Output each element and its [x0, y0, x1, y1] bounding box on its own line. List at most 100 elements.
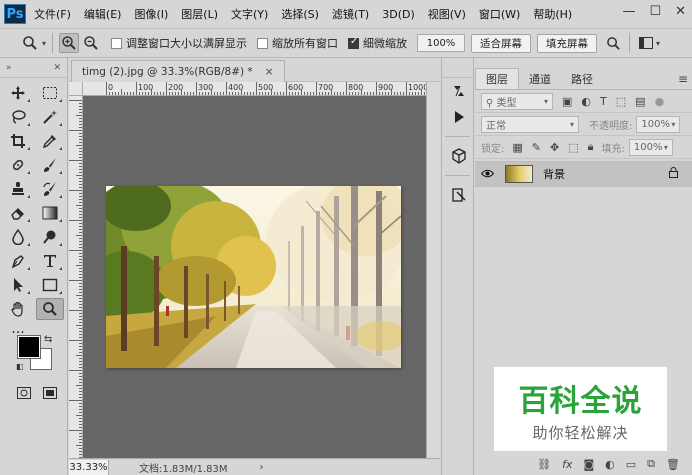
trash-icon[interactable]: 🗑︎: [666, 458, 680, 471]
mask-icon[interactable]: ◙: [583, 458, 594, 471]
lock-transparent-icon[interactable]: ▦: [512, 141, 522, 154]
link-icon[interactable]: ⛓: [537, 458, 551, 471]
close-panel-icon[interactable]: ✕: [53, 63, 61, 73]
lasso-tool-icon[interactable]: [4, 106, 32, 128]
hand-tool-icon[interactable]: [4, 298, 32, 320]
layer-row[interactable]: 背景: [475, 161, 692, 187]
opacity-field[interactable]: 100% ▾: [636, 115, 681, 133]
zoom-tool-icon[interactable]: [36, 298, 64, 320]
maximize-button[interactable]: ☐: [649, 4, 661, 19]
close-button[interactable]: ✕: [675, 4, 686, 19]
folder-icon[interactable]: ▭: [626, 458, 636, 471]
eye-icon[interactable]: [480, 168, 499, 181]
search-icon[interactable]: [603, 33, 623, 53]
workspace-icon[interactable]: [636, 33, 656, 53]
eyedropper-tool-icon[interactable]: [36, 130, 64, 152]
pen-tool-icon[interactable]: [4, 250, 32, 272]
foreground-color[interactable]: [17, 335, 41, 359]
brush-tool-icon[interactable]: [36, 154, 64, 176]
lock-all-icon[interactable]: 🔒︎: [588, 140, 594, 154]
fill-screen-button[interactable]: 填充屏幕: [537, 33, 598, 53]
scrubby-zoom-checkbox[interactable]: [348, 36, 360, 49]
healing-brush-tool-icon[interactable]: [4, 154, 32, 176]
lock-position-icon[interactable]: ✥: [550, 141, 559, 154]
type-tool-icon[interactable]: [36, 250, 64, 272]
document-tab[interactable]: timg (2).jpg @ 33.3%(RGB/8#) * ×: [71, 60, 285, 82]
blur-tool-icon[interactable]: [4, 226, 32, 248]
layer-name[interactable]: 背景: [543, 166, 565, 182]
marquee-tool-icon[interactable]: [36, 82, 64, 104]
menu-filter[interactable]: 滤镜(T): [332, 6, 369, 22]
horizontal-ruler[interactable]: 01002003004005006007008009001000: [83, 82, 426, 96]
history-panel-icon[interactable]: [442, 78, 475, 104]
resize-windows-option[interactable]: 调整窗口大小以满屏显示: [111, 35, 247, 51]
tab-channels[interactable]: 通道: [519, 68, 561, 89]
filter-adjustment-icon[interactable]: ◐: [581, 95, 591, 108]
lock-image-icon[interactable]: ✎: [532, 141, 541, 154]
vertical-scrollbar[interactable]: [426, 82, 440, 458]
fit-screen-button[interactable]: 适合屏幕: [471, 33, 532, 53]
filter-kind-select[interactable]: ⚲ 类型 ▾: [481, 92, 553, 110]
lock-icon[interactable]: [669, 167, 678, 181]
menu-file[interactable]: 文件(F): [34, 6, 71, 22]
panel-menu-icon[interactable]: ≡: [678, 72, 688, 86]
zoom-out-icon[interactable]: [81, 33, 101, 53]
lock-artboard-icon[interactable]: ⬚: [568, 141, 578, 154]
resize-windows-checkbox[interactable]: [111, 37, 123, 49]
menu-3d[interactable]: 3D(D): [382, 8, 415, 21]
zoom-all-option[interactable]: 缩放所有窗口: [257, 35, 338, 51]
quick-mask-icon[interactable]: [10, 382, 38, 404]
filter-smart-object-icon[interactable]: ▤: [635, 95, 645, 108]
menu-image[interactable]: 图像(I): [134, 6, 168, 22]
filter-type-icon[interactable]: T: [600, 95, 607, 108]
menu-layer[interactable]: 图层(L): [181, 6, 218, 22]
swap-colors-icon[interactable]: ⇆: [44, 334, 52, 345]
dodge-tool-icon[interactable]: [36, 226, 64, 248]
scrubby-zoom-option[interactable]: 细微缩放: [348, 35, 407, 51]
status-menu-arrow[interactable]: ›: [260, 462, 264, 473]
magic-wand-tool-icon[interactable]: [36, 106, 64, 128]
history-brush-tool-icon[interactable]: [36, 178, 64, 200]
minimize-button[interactable]: —: [622, 4, 635, 19]
rectangle-tool-icon[interactable]: [36, 274, 64, 296]
gradient-tool-icon[interactable]: [36, 202, 64, 224]
workspace-dropdown-icon[interactable]: ▾: [656, 39, 660, 48]
screen-mode-icon[interactable]: [36, 382, 64, 404]
document-image[interactable]: [106, 186, 401, 368]
zoom-percent-field[interactable]: 100%: [417, 34, 466, 52]
menu-type[interactable]: 文字(Y): [231, 6, 268, 22]
path-selection-tool-icon[interactable]: [4, 274, 32, 296]
crop-tool-icon[interactable]: [4, 130, 32, 152]
menu-help[interactable]: 帮助(H): [533, 6, 572, 22]
fill-field[interactable]: 100% ▾: [628, 138, 673, 156]
menu-select[interactable]: 选择(S): [281, 6, 319, 22]
menu-view[interactable]: 视图(V): [428, 6, 466, 22]
ruler-origin[interactable]: [69, 82, 83, 96]
actions-panel-icon[interactable]: [442, 104, 475, 130]
menu-window[interactable]: 窗口(W): [479, 6, 520, 22]
tab-layers[interactable]: 图层: [475, 68, 519, 89]
filter-toggle-icon[interactable]: ●: [655, 95, 665, 108]
3d-panel-icon[interactable]: [442, 143, 475, 169]
vertical-ruler[interactable]: [69, 96, 83, 458]
blend-mode-select[interactable]: 正常 ▾: [481, 115, 579, 133]
collapse-icon[interactable]: »: [6, 63, 12, 73]
preset-dropdown-icon[interactable]: ▾: [42, 39, 46, 48]
filter-shape-icon[interactable]: ⬚: [616, 95, 626, 108]
status-zoom-field[interactable]: 33.33%: [69, 459, 109, 475]
move-tool-icon[interactable]: [4, 82, 32, 104]
eraser-tool-icon[interactable]: [4, 202, 32, 224]
filter-pixel-icon[interactable]: ▣: [562, 95, 572, 108]
menu-edit[interactable]: 编辑(E): [84, 6, 122, 22]
new-layer-icon[interactable]: ⧉: [647, 457, 655, 471]
fx-icon[interactable]: fx: [562, 458, 572, 471]
close-document-icon[interactable]: ×: [265, 66, 274, 78]
zoom-tool-preset-icon[interactable]: [20, 33, 40, 53]
zoom-in-icon[interactable]: [59, 33, 80, 53]
adjustment-icon[interactable]: ◐: [605, 458, 615, 471]
zoom-all-checkbox[interactable]: [257, 37, 269, 49]
default-colors-icon[interactable]: ◧: [16, 362, 24, 371]
clone-stamp-tool-icon[interactable]: [4, 178, 32, 200]
tab-paths[interactable]: 路径: [561, 68, 603, 89]
properties-panel-icon[interactable]: [442, 182, 475, 208]
